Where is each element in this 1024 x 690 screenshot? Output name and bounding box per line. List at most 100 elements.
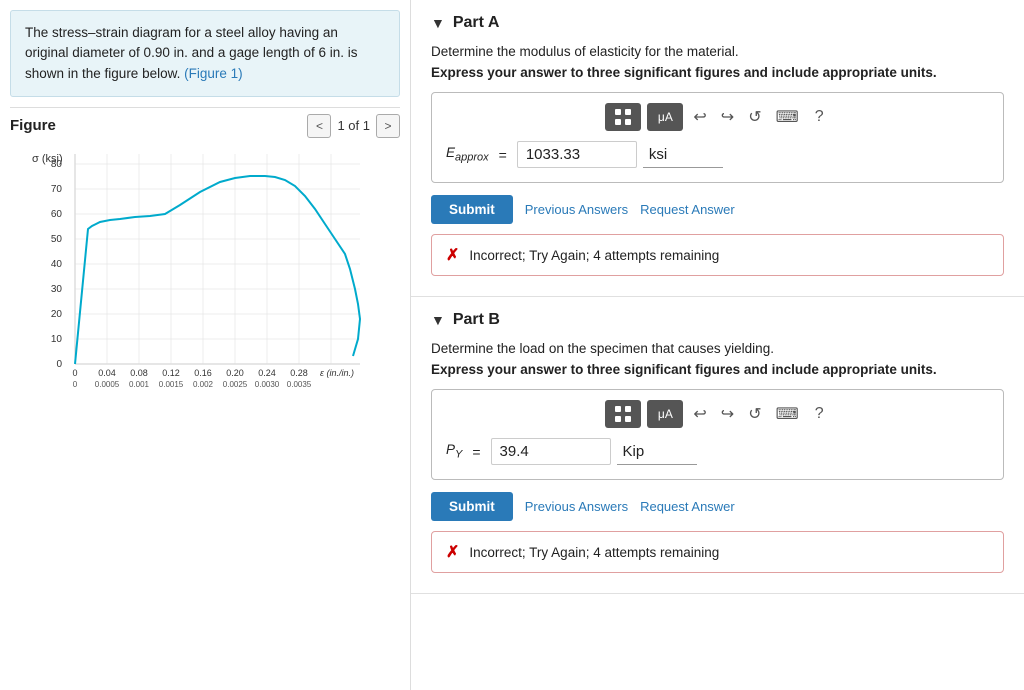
part-a-input-box: μA ↩ ↪ ↺ ⌨ ? Eapp bbox=[431, 92, 1004, 183]
svg-text:0.0005: 0.0005 bbox=[95, 380, 120, 389]
part-b-answer-row: PY = bbox=[446, 438, 989, 465]
svg-text:0.24: 0.24 bbox=[258, 368, 276, 378]
svg-text:0.001: 0.001 bbox=[129, 380, 150, 389]
part-b-keyboard-button[interactable]: ⌨ bbox=[772, 402, 803, 426]
svg-text:0.04: 0.04 bbox=[98, 368, 116, 378]
svg-text:30: 30 bbox=[51, 284, 63, 295]
part-b-undo-button[interactable]: ↩ bbox=[689, 402, 710, 426]
part-b-reset-button[interactable]: ↺ bbox=[744, 402, 765, 426]
part-b-express: Express your answer to three significant… bbox=[431, 362, 1004, 377]
left-panel: The stress–strain diagram for a steel al… bbox=[0, 0, 410, 690]
part-b-redo-button[interactable]: ↪ bbox=[717, 402, 738, 426]
svg-text:0.12: 0.12 bbox=[162, 368, 180, 378]
problem-text-box: The stress–strain diagram for a steel al… bbox=[10, 10, 400, 97]
part-a-answer-input[interactable] bbox=[517, 141, 637, 168]
part-a-unit-input[interactable] bbox=[643, 142, 723, 168]
part-a-reset-button[interactable]: ↺ bbox=[744, 105, 765, 129]
part-b-matrix-button[interactable] bbox=[605, 400, 641, 428]
part-a-feedback-icon: ✗ bbox=[446, 245, 459, 265]
part-b-request-answer-link[interactable]: Request Answer bbox=[640, 499, 735, 514]
figure-title: Figure bbox=[10, 117, 56, 134]
part-b-mu-button[interactable]: μA bbox=[647, 400, 683, 428]
svg-text:20: 20 bbox=[51, 309, 63, 320]
svg-text:0.28: 0.28 bbox=[290, 368, 308, 378]
part-b-unit-input[interactable] bbox=[617, 439, 697, 465]
part-b-submit-button[interactable]: Submit bbox=[431, 492, 513, 521]
svg-text:0.08: 0.08 bbox=[130, 368, 148, 378]
part-b-answer-input[interactable] bbox=[491, 438, 611, 465]
part-a-header: ▼ Part A bbox=[431, 14, 1004, 32]
chart-container: σ (ksi) bbox=[20, 144, 400, 404]
part-a-request-answer-link[interactable]: Request Answer bbox=[640, 202, 735, 217]
part-b-collapse-arrow[interactable]: ▼ bbox=[431, 312, 445, 328]
matrix-icon bbox=[614, 108, 632, 126]
part-b-title: Part B bbox=[453, 311, 500, 329]
part-a-undo-button[interactable]: ↩ bbox=[689, 105, 710, 129]
svg-text:0.16: 0.16 bbox=[194, 368, 212, 378]
svg-text:0.0015: 0.0015 bbox=[159, 380, 184, 389]
part-b-equals: = bbox=[472, 444, 480, 460]
matrix-icon-b bbox=[614, 405, 632, 423]
part-b-toolbar: μA ↩ ↪ ↺ ⌨ ? bbox=[446, 400, 989, 428]
part-b-input-box: μA ↩ ↪ ↺ ⌨ ? PY bbox=[431, 389, 1004, 480]
svg-text:0.0030: 0.0030 bbox=[255, 380, 280, 389]
svg-text:10: 10 bbox=[51, 334, 63, 345]
part-b-prev-answers-link[interactable]: Previous Answers bbox=[525, 499, 628, 514]
figure-nav-label: 1 of 1 bbox=[337, 118, 370, 133]
part-b-feedback-text: Incorrect; Try Again; 4 attempts remaini… bbox=[469, 545, 719, 560]
figure-prev-button[interactable]: < bbox=[307, 114, 331, 138]
svg-text:0.20: 0.20 bbox=[226, 368, 244, 378]
svg-text:50: 50 bbox=[51, 234, 63, 245]
part-b-feedback-icon: ✗ bbox=[446, 542, 459, 562]
svg-text:0.0035: 0.0035 bbox=[287, 380, 312, 389]
part-a-toolbar: μA ↩ ↪ ↺ ⌨ ? bbox=[446, 103, 989, 131]
part-a-submit-button[interactable]: Submit bbox=[431, 195, 513, 224]
part-a-answer-row: Eapprox = bbox=[446, 141, 989, 168]
part-a-express: Express your answer to three significant… bbox=[431, 65, 1004, 80]
part-a-var-label: Eapprox bbox=[446, 145, 489, 164]
figure-next-button[interactable]: > bbox=[376, 114, 400, 138]
figure-header: Figure < 1 of 1 > bbox=[10, 114, 400, 138]
mu-label: μA bbox=[658, 110, 673, 124]
svg-text:ε (in./in.): ε (in./in.) bbox=[320, 368, 354, 378]
svg-text:60: 60 bbox=[51, 209, 63, 220]
svg-text:70: 70 bbox=[51, 184, 63, 195]
part-a-mu-button[interactable]: μA bbox=[647, 103, 683, 131]
part-a-equals: = bbox=[499, 147, 507, 163]
part-b-var-sub: Y bbox=[455, 449, 462, 461]
part-b-section: ▼ Part B Determine the load on the speci… bbox=[411, 297, 1024, 594]
svg-text:0.0025: 0.0025 bbox=[223, 380, 248, 389]
part-a-title: Part A bbox=[453, 14, 500, 32]
figure-link[interactable]: (Figure 1) bbox=[184, 66, 243, 81]
part-a-feedback-text: Incorrect; Try Again; 4 attempts remaini… bbox=[469, 248, 719, 263]
svg-text:80: 80 bbox=[51, 159, 63, 170]
part-b-var-label: PY bbox=[446, 442, 462, 461]
chart-svg: σ (ksi) bbox=[20, 144, 390, 399]
svg-text:0.002: 0.002 bbox=[193, 380, 214, 389]
part-b-question: Determine the load on the specimen that … bbox=[431, 341, 1004, 356]
right-panel: ▼ Part A Determine the modulus of elasti… bbox=[410, 0, 1024, 690]
part-b-header: ▼ Part B bbox=[431, 311, 1004, 329]
part-a-matrix-button[interactable] bbox=[605, 103, 641, 131]
part-b-help-button[interactable]: ? bbox=[809, 403, 830, 425]
stress-strain-curve bbox=[75, 176, 360, 364]
figure-section: Figure < 1 of 1 > σ (ksi) bbox=[10, 107, 400, 404]
svg-text:0: 0 bbox=[56, 359, 62, 370]
part-a-feedback-box: ✗ Incorrect; Try Again; 4 attempts remai… bbox=[431, 234, 1004, 276]
part-b-feedback-box: ✗ Incorrect; Try Again; 4 attempts remai… bbox=[431, 531, 1004, 573]
figure-nav: < 1 of 1 > bbox=[307, 114, 400, 138]
mu-label-b: μA bbox=[658, 407, 673, 421]
svg-text:40: 40 bbox=[51, 259, 63, 270]
part-a-var-sub: approx bbox=[455, 152, 489, 164]
part-a-help-button[interactable]: ? bbox=[809, 106, 830, 128]
svg-text:0: 0 bbox=[72, 368, 77, 378]
part-a-question: Determine the modulus of elasticity for … bbox=[431, 44, 1004, 59]
svg-text:0: 0 bbox=[73, 380, 78, 389]
part-a-keyboard-button[interactable]: ⌨ bbox=[772, 105, 803, 129]
part-a-submit-row: Submit Previous Answers Request Answer bbox=[431, 195, 1004, 224]
part-a-prev-answers-link[interactable]: Previous Answers bbox=[525, 202, 628, 217]
part-a-redo-button[interactable]: ↪ bbox=[717, 105, 738, 129]
part-a-collapse-arrow[interactable]: ▼ bbox=[431, 15, 445, 31]
part-a-section: ▼ Part A Determine the modulus of elasti… bbox=[411, 0, 1024, 297]
part-b-submit-row: Submit Previous Answers Request Answer bbox=[431, 492, 1004, 521]
